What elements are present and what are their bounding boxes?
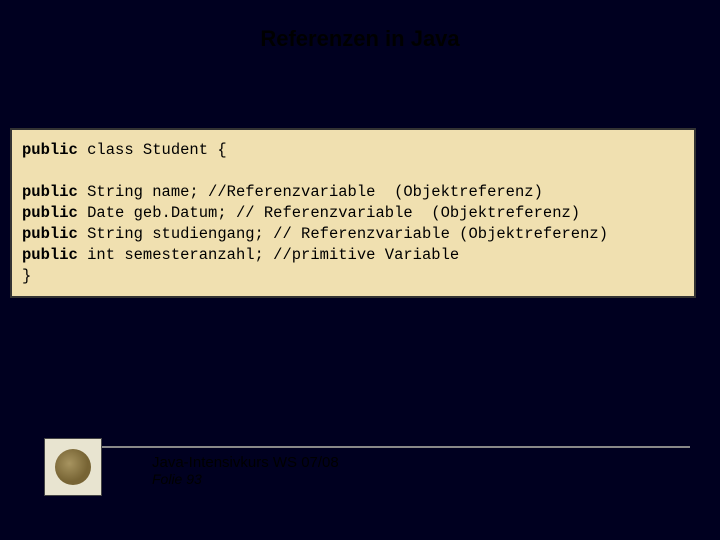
slide-title: Referenzen in Java xyxy=(0,26,720,52)
code-rest: class Student { xyxy=(78,141,227,159)
footer: Java-Intensivkurs WS 07/08 Folie 93 xyxy=(44,446,690,510)
footer-text: Java-Intensivkurs WS 07/08 Folie 93 xyxy=(152,454,690,487)
code-close-brace: } xyxy=(22,266,684,287)
keyword-public: public xyxy=(22,183,78,201)
course-name: Java-Intensivkurs WS 07/08 xyxy=(152,454,690,471)
code-line: public String name; //Referenzvariable (… xyxy=(22,182,684,203)
keyword-public: public xyxy=(22,141,78,159)
code-rest: Date geb.Datum; // Referenzvariable (Obj… xyxy=(78,204,580,222)
keyword-public: public xyxy=(22,246,78,264)
university-logo xyxy=(44,438,102,496)
code-blank-line xyxy=(22,161,684,182)
code-line: public int semesteranzahl; //primitive V… xyxy=(22,245,684,266)
code-box: public class Student { public String nam… xyxy=(10,128,696,298)
logo-seal-icon xyxy=(55,449,91,485)
code-line: public Date geb.Datum; // Referenzvariab… xyxy=(22,203,684,224)
code-rest: String studiengang; // Referenzvariable … xyxy=(78,225,608,243)
code-line: public class Student { xyxy=(22,140,684,161)
keyword-public: public xyxy=(22,225,78,243)
code-rest: String name; //Referenzvariable (Objektr… xyxy=(78,183,543,201)
slide-number: Folie 93 xyxy=(152,471,690,487)
code-line: public String studiengang; // Referenzva… xyxy=(22,224,684,245)
keyword-public: public xyxy=(22,204,78,222)
code-rest: int semesteranzahl; //primitive Variable xyxy=(78,246,459,264)
